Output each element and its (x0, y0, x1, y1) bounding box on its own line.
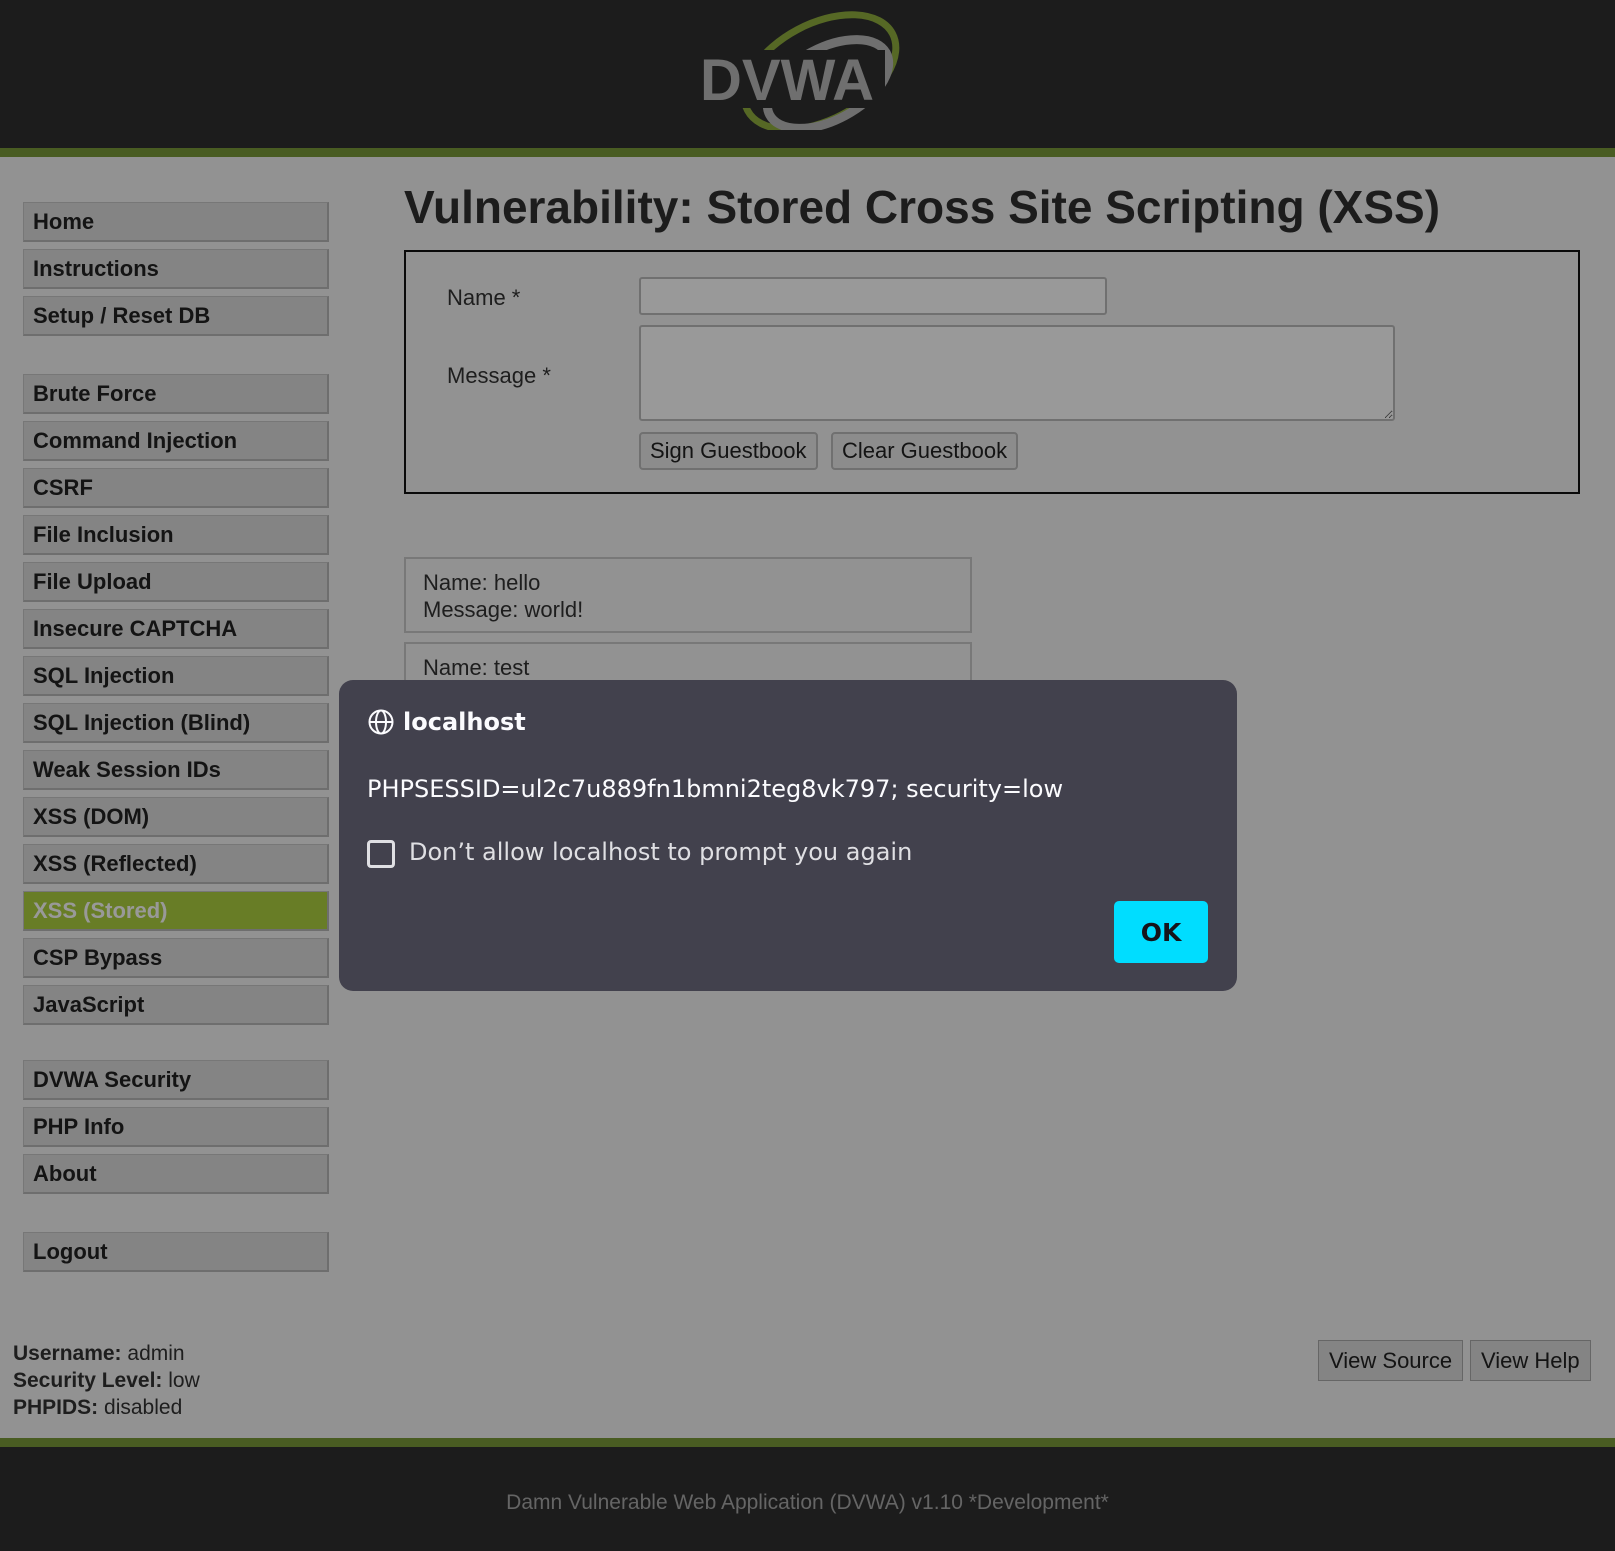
ok-button[interactable]: OK (1114, 901, 1208, 963)
dialog-origin: localhost (367, 708, 526, 736)
dialog-message: PHPSESSID=ul2c7u889fn1bmni2teg8vk797; se… (367, 775, 1064, 803)
dialog-origin-text: localhost (403, 708, 526, 736)
dont-allow-prompt-label[interactable]: Don’t allow localhost to prompt you agai… (409, 838, 912, 866)
globe-icon (368, 709, 394, 735)
dont-allow-prompt-checkbox[interactable] (367, 840, 395, 868)
alert-dialog: localhost PHPSESSID=ul2c7u889fn1bmni2teg… (339, 680, 1237, 991)
